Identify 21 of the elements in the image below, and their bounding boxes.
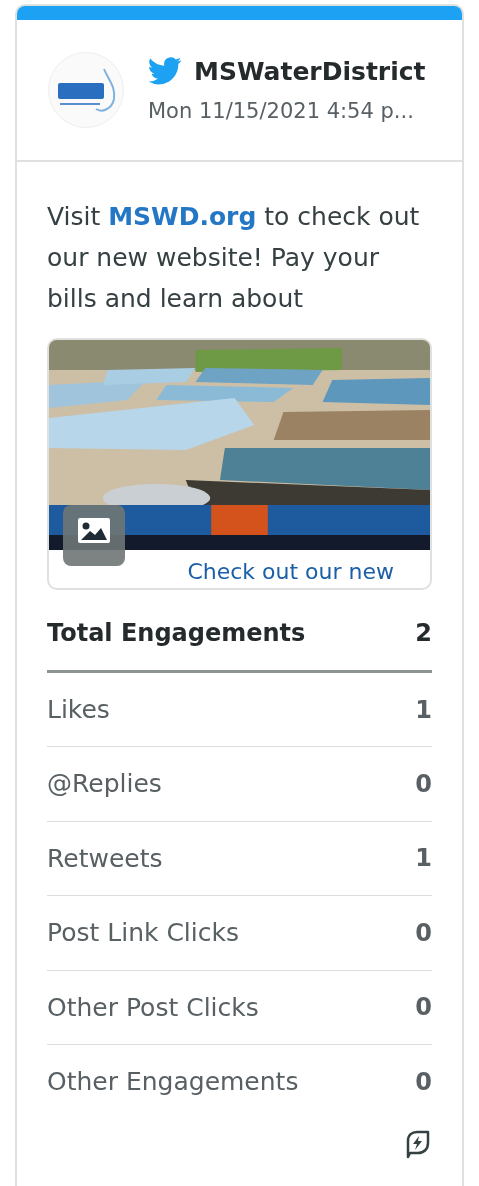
metric-value: 0 <box>415 992 432 1024</box>
total-label: Total Engagements <box>47 618 306 649</box>
account-name: MSWaterDistrict <box>194 55 426 88</box>
metric-value: 1 <box>415 843 432 875</box>
metric-value: 0 <box>415 917 432 949</box>
metric-value: 0 <box>415 1067 432 1099</box>
image-icon <box>63 505 125 566</box>
total-value: 2 <box>415 618 432 649</box>
metric-label: @Replies <box>47 768 162 801</box>
metric-label: Likes <box>47 693 110 726</box>
preview-title: Check out our new <box>187 558 394 586</box>
metric-value: 1 <box>415 694 432 726</box>
metric-label: Other Engagements <box>47 1066 299 1099</box>
metric-label: Post Link Clicks <box>47 917 239 950</box>
post-text: Visit MSWD.org to check out our new website! Pay your bills and learn about <box>47 201 421 315</box>
link-preview[interactable]: Check out our new <box>47 338 432 590</box>
metric-label: Retweets <box>47 842 163 875</box>
post-date: Mon 11/15/2021 4:54 p... <box>148 98 415 125</box>
bird-icon <box>148 57 182 86</box>
metric-label: Other Post Clicks <box>47 991 259 1024</box>
metric-value: 0 <box>415 769 432 801</box>
